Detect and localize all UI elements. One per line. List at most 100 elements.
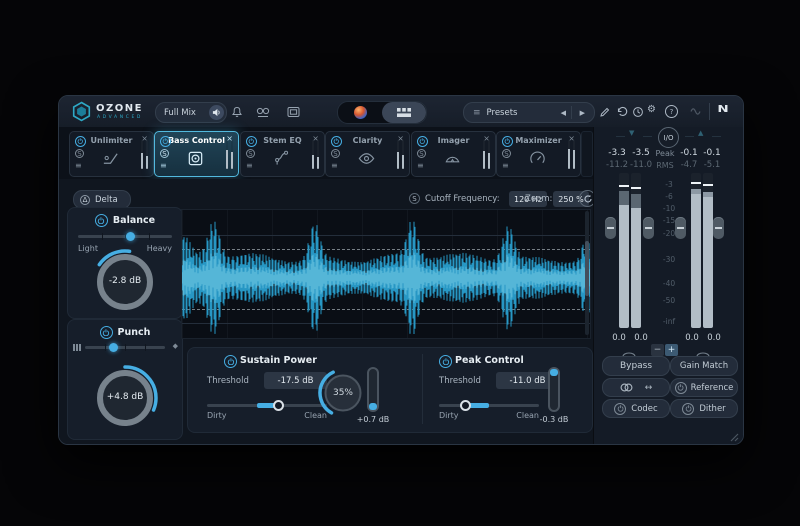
module-card-bass-control[interactable]: Bass Control × S ≡	[154, 131, 239, 177]
menu-icon[interactable]: ≡	[502, 161, 509, 170]
power-icon[interactable]	[439, 355, 452, 368]
menu-icon[interactable]: ≡	[246, 161, 253, 170]
punch-value: +4.8 dB	[89, 392, 161, 402]
punch-slider-handle[interactable]	[109, 343, 118, 352]
power-icon[interactable]	[614, 403, 626, 415]
power-icon[interactable]	[331, 136, 342, 147]
topbar-divider	[709, 103, 710, 120]
solo-button[interactable]: S	[160, 149, 169, 158]
meter-zoom-in-button[interactable]: +	[665, 344, 678, 356]
peak-gain-fill	[550, 369, 558, 376]
power-icon[interactable]	[682, 403, 694, 415]
power-icon[interactable]	[246, 136, 257, 147]
presets-label: Presets	[481, 108, 518, 118]
input-gain-fader-l[interactable]	[605, 217, 616, 239]
sustain-slider[interactable]	[207, 404, 327, 407]
dither-button[interactable]: Dither	[670, 399, 738, 418]
meter-zoom-out-button[interactable]: −	[651, 344, 664, 356]
sustain-slider-handle[interactable]	[273, 400, 284, 411]
presets-bar[interactable]: ≡ Presets ◀ ▶	[463, 102, 595, 123]
ozone-logo-text: OZONE	[96, 103, 143, 114]
balance-slider-handle[interactable]	[126, 232, 135, 241]
power-icon[interactable]	[160, 136, 171, 147]
signal-wave-icon[interactable]	[689, 105, 703, 118]
bypass-button[interactable]: Bypass	[602, 356, 670, 376]
module-card-clarity[interactable]: Clarity × S ≡	[325, 131, 410, 177]
power-icon[interactable]	[417, 136, 428, 147]
menu-icon[interactable]: ≡	[75, 161, 82, 170]
reference-button[interactable]: Reference	[670, 378, 738, 397]
balance-slider[interactable]	[78, 235, 172, 238]
module-card-maximizer[interactable]: Maximizer × S ≡	[496, 131, 581, 177]
module-card-unlimiter[interactable]: Unlimiter × S ≡	[69, 131, 154, 177]
bell-icon[interactable]	[229, 104, 244, 119]
codec-button[interactable]: Codec	[602, 399, 670, 418]
input-meter-r	[631, 173, 641, 328]
resize-handle[interactable]	[730, 427, 739, 445]
audition-speaker-toggle[interactable]	[209, 105, 224, 120]
sustain-amount-value: 35%	[314, 388, 372, 398]
output-gain-r: 0.0	[703, 333, 725, 343]
tape-reel-icon[interactable]	[255, 104, 271, 119]
power-icon[interactable]	[95, 214, 108, 227]
scrollbar-thumb[interactable]	[585, 241, 589, 296]
peak-slider-handle[interactable]	[460, 400, 471, 411]
cutoff-solo-badge[interactable]: S	[409, 193, 420, 204]
module-meter-r	[573, 140, 576, 169]
solo-button[interactable]: S	[75, 149, 84, 158]
top-bar: OZONE ADVANCED Full Mix ≡ Pres	[59, 96, 743, 128]
preset-prev-button[interactable]: ◀	[561, 109, 566, 117]
output-gain-fader-r[interactable]	[713, 217, 724, 239]
assistant-view-button[interactable]	[338, 102, 382, 123]
undo-icon[interactable]	[615, 105, 628, 118]
gain-match-button[interactable]: Gain Match	[670, 356, 738, 376]
stem-eq-icon	[271, 147, 291, 169]
gear-icon[interactable]: ⚙	[647, 104, 656, 115]
module-meter-l	[226, 140, 229, 169]
preset-next-button[interactable]: ▶	[580, 109, 585, 117]
output-gain-fader-l[interactable]	[675, 217, 686, 239]
power-icon[interactable]	[100, 326, 113, 339]
ai-sphere-icon	[354, 106, 367, 119]
peak-slider[interactable]	[439, 404, 539, 407]
modules-view-button[interactable]	[382, 102, 426, 123]
help-icon[interactable]: ?	[665, 105, 678, 118]
io-button[interactable]: I/O	[658, 127, 679, 148]
solo-button[interactable]: S	[417, 149, 426, 158]
module-meter-l	[141, 140, 144, 169]
panel-divider	[422, 354, 423, 424]
history-icon[interactable]	[631, 105, 644, 118]
output-peak-l: -0.1	[677, 148, 701, 158]
waveform-display[interactable]	[181, 209, 591, 339]
empty-module-slot[interactable]	[581, 131, 593, 177]
module-card-stem-eq[interactable]: Stem EQ × S ≡	[240, 131, 325, 177]
power-icon[interactable]	[224, 355, 237, 368]
sustain-gain-meter[interactable]	[367, 367, 379, 412]
output-collapse-icon[interactable]: ▲	[698, 129, 703, 137]
io-meter-panel: ▼ ▲ I/O -3.3 -3.5 Peak -0.1 -0.1 -11.2 -…	[593, 127, 743, 444]
output-gain-l: 0.0	[681, 333, 703, 343]
peak-threshold-label: Threshold	[439, 376, 481, 386]
codec-label: Codec	[631, 404, 657, 414]
module-card-imager[interactable]: Imager × S ≡	[411, 131, 496, 177]
plugin-frame-icon[interactable]	[285, 104, 301, 119]
menu-icon[interactable]: ≡	[160, 161, 167, 170]
solo-button[interactable]: S	[502, 149, 511, 158]
channel-ops-button[interactable]: ↔	[602, 378, 670, 397]
waveform-scrollbar[interactable]	[585, 211, 589, 335]
input-gain-fader-r[interactable]	[643, 217, 654, 239]
input-rms-l: -11.2	[604, 160, 630, 170]
power-icon[interactable]	[502, 136, 513, 147]
solo-button[interactable]: S	[331, 149, 340, 158]
peak-gain-meter[interactable]	[548, 367, 560, 412]
input-peak-l: -3.3	[605, 148, 629, 158]
solo-button[interactable]: S	[246, 149, 255, 158]
power-icon[interactable]	[75, 136, 86, 147]
full-mix-selector[interactable]: Full Mix	[155, 102, 227, 123]
menu-icon[interactable]: ≡	[331, 161, 338, 170]
input-collapse-icon[interactable]: ▼	[629, 129, 634, 137]
punch-slider[interactable]	[85, 346, 165, 349]
power-icon[interactable]	[675, 382, 687, 394]
menu-icon[interactable]: ≡	[417, 161, 424, 170]
edit-pencil-icon[interactable]	[599, 105, 612, 118]
